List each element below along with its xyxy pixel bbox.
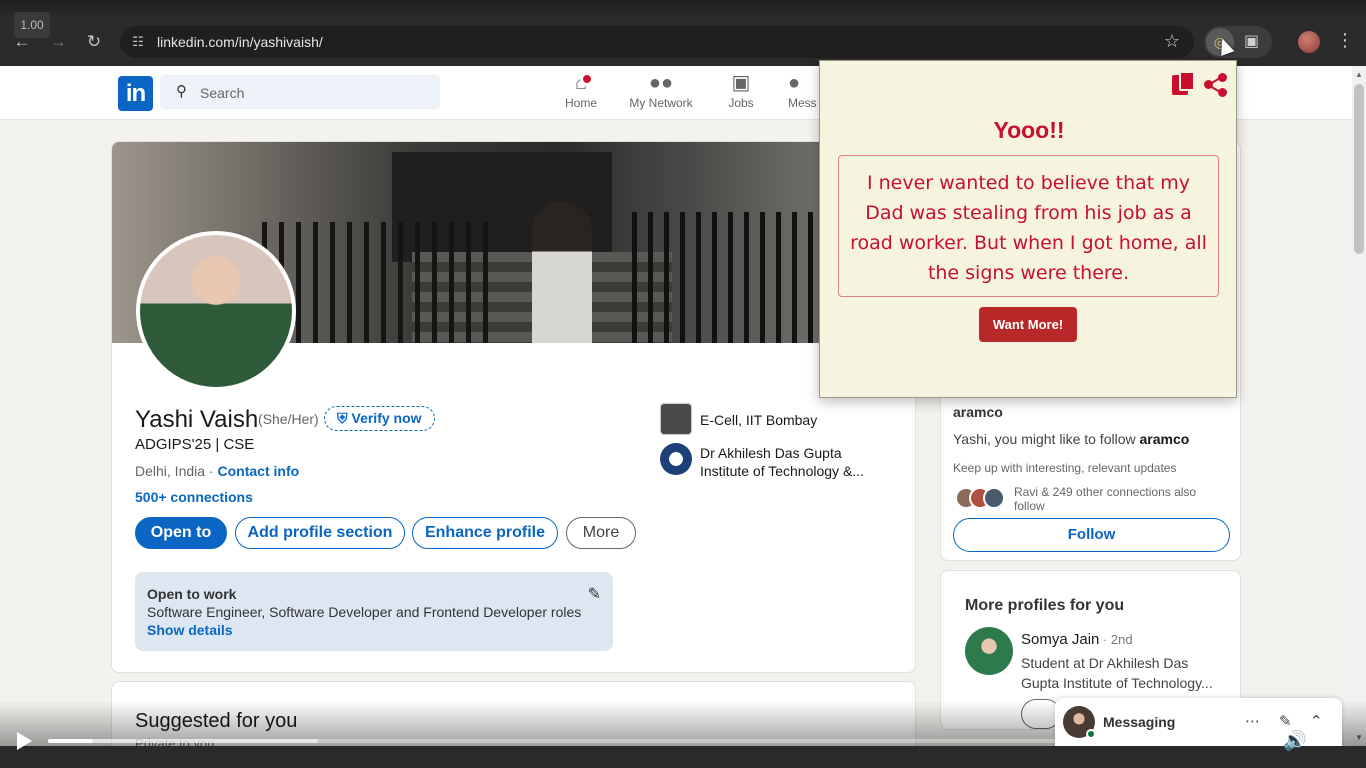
messaging-label: Messaging <box>1103 714 1176 730</box>
chevron-up-icon[interactable]: ⌃ <box>1310 712 1323 730</box>
more-button[interactable]: More <box>566 517 636 549</box>
profile-name: Yashi Vaish <box>135 406 259 433</box>
video-progress-fill <box>48 739 94 743</box>
profile-name-text: Somya Jain <box>1021 631 1100 648</box>
nav-my-network[interactable]: ●● My Network <box>624 70 698 110</box>
suggested-profile-description: Student at Dr Akhilesh Das Gupta Institu… <box>1021 655 1213 691</box>
education-adgitm[interactable]: Dr Akhilesh Das Gupta Institute of Techn… <box>700 444 864 480</box>
online-status-dot <box>1086 729 1096 739</box>
profile-headline: ADGIPS'25 | CSE <box>135 436 255 453</box>
experience-ecell[interactable]: E-Cell, IIT Bombay <box>700 412 817 428</box>
connections-link[interactable]: 500+ connections <box>135 489 253 505</box>
search-input[interactable]: ⚲ Search <box>160 75 440 109</box>
reload-icon[interactable]: ↻ <box>82 30 106 54</box>
copy-icon[interactable] <box>1172 71 1196 97</box>
adgitm-logo[interactable] <box>660 443 692 475</box>
contact-info-link[interactable]: Contact info <box>218 463 300 479</box>
scroll-thumb[interactable] <box>1354 84 1364 254</box>
browser-profile-avatar[interactable] <box>1298 31 1320 53</box>
nav-jobs-label: Jobs <box>728 96 754 110</box>
nav-home[interactable]: ⌂ Home <box>556 70 606 110</box>
pencil-icon[interactable]: ✎ <box>588 584 601 604</box>
extensions-group: ◎ ▣ <box>1204 26 1272 58</box>
verify-now-button[interactable]: ⛨ Verify now <box>324 406 435 431</box>
avatar[interactable] <box>965 627 1013 675</box>
joke-extension-popup: Yooo!! I never wanted to believe that my… <box>819 60 1237 398</box>
connections-follow-note: Ravi & 249 other connections also follow <box>1014 485 1197 513</box>
video-progress-bar[interactable] <box>48 739 1174 743</box>
profile-card: Yashi Vaish (She/Her) ⛨ Verify now ADGIPS… <box>111 141 916 673</box>
add-profile-section-button[interactable]: Add profile section <box>235 517 405 549</box>
playback-rate-button[interactable]: 1x <box>1242 733 1257 749</box>
briefcase-icon: ▣ <box>731 72 751 94</box>
profile-location-line: Delhi, India · Contact info <box>135 463 299 479</box>
education-name-line1: Dr Akhilesh Das Gupta <box>700 445 842 461</box>
follow-suggestion-text: Yashi, you might like to follow aramco <box>953 431 1189 447</box>
video-time: 1:05 <box>1190 733 1218 749</box>
url-text[interactable]: linkedin.com/in/yashivaish/ <box>157 34 323 50</box>
keep-up-text: Keep up with interesting, relevant updat… <box>953 461 1177 475</box>
play-icon[interactable] <box>17 732 32 750</box>
profile-avatar[interactable] <box>136 231 296 391</box>
page-scrollbar[interactable]: ▲ ▼ <box>1352 66 1366 746</box>
nav-network-label: My Network <box>629 96 693 110</box>
chrome-menu-icon[interactable]: ⋮ <box>1336 30 1354 51</box>
nav-jobs[interactable]: ▣ Jobs <box>718 70 764 110</box>
bookmark-star-icon[interactable]: ☆ <box>1164 31 1180 52</box>
share-icon[interactable] <box>1204 73 1228 97</box>
suggest-prefix: Yashi, you might like to follow <box>953 431 1140 447</box>
enhance-profile-button[interactable]: Enhance profile <box>412 517 558 549</box>
shield-check-icon: ⛨ <box>337 410 348 426</box>
more-profiles-title: More profiles for you <box>965 597 1125 614</box>
company-name[interactable]: aramco <box>953 404 1003 420</box>
suggested-profile-name[interactable]: Somya Jain · 2nd <box>1021 631 1133 648</box>
speed-badge: 1.00 <box>14 12 50 38</box>
extensions-puzzle-icon[interactable]: ▣ <box>1244 31 1259 51</box>
volume-icon[interactable]: 🔊 <box>1283 729 1307 753</box>
open-to-work-card: Open to work Software Engineer, Software… <box>135 572 613 651</box>
notification-dot <box>580 72 594 86</box>
site-info-icon[interactable]: ☷ <box>128 32 148 52</box>
nav-messaging[interactable]: ● Mess <box>788 70 822 110</box>
address-bar[interactable]: ☷ linkedin.com/in/yashivaish/ ☆ <box>120 26 1194 58</box>
network-icon: ●● <box>648 72 674 94</box>
avatar <box>983 487 1005 509</box>
verify-label: Verify now <box>351 410 422 426</box>
messaging-icon: ● <box>788 72 801 94</box>
search-icon: ⚲ <box>176 83 187 100</box>
profile-location: Delhi, India <box>135 463 206 479</box>
education-name-line2: Institute of Technology &... <box>700 463 864 479</box>
nav-messaging-label: Mess <box>788 96 817 110</box>
nav-home-label: Home <box>564 96 597 110</box>
ecell-logo[interactable] <box>660 403 692 435</box>
browser-chrome: ← → ↻ ☷ linkedin.com/in/yashivaish/ ☆ ◎ … <box>0 0 1366 66</box>
open-to-button[interactable]: Open to <box>135 517 227 549</box>
linkedin-logo[interactable]: in <box>118 76 153 111</box>
want-more-button[interactable]: Want More! <box>979 307 1077 342</box>
scroll-down-icon[interactable]: ▼ <box>1355 733 1363 742</box>
show-details-link[interactable]: Show details <box>147 622 233 638</box>
more-options-icon[interactable]: ⋯ <box>1245 712 1260 730</box>
profile-pronouns: (She/Her) <box>258 411 319 427</box>
search-placeholder: Search <box>200 85 245 101</box>
compose-icon[interactable]: ✎ <box>1279 712 1292 730</box>
suggested-title: Suggested for you <box>135 710 298 732</box>
joke-text: I never wanted to believe that my Dad wa… <box>838 155 1219 297</box>
tab-strip <box>0 0 1366 20</box>
popup-title: Yooo!! <box>993 117 1065 143</box>
open-to-work-title: Open to work <box>147 586 237 602</box>
follow-button[interactable]: Follow <box>953 518 1230 552</box>
video-player-bar <box>0 746 1366 768</box>
location-separator: · <box>205 463 218 479</box>
exit-fullscreen-icon[interactable]: ⤢ <box>1327 729 1341 750</box>
scroll-up-icon[interactable]: ▲ <box>1355 70 1363 79</box>
open-to-work-roles: Software Engineer, Software Developer an… <box>147 604 582 620</box>
connection-avatars <box>955 487 1009 511</box>
suggest-company: aramco <box>1139 431 1190 447</box>
connection-degree: · 2nd <box>1099 632 1133 647</box>
